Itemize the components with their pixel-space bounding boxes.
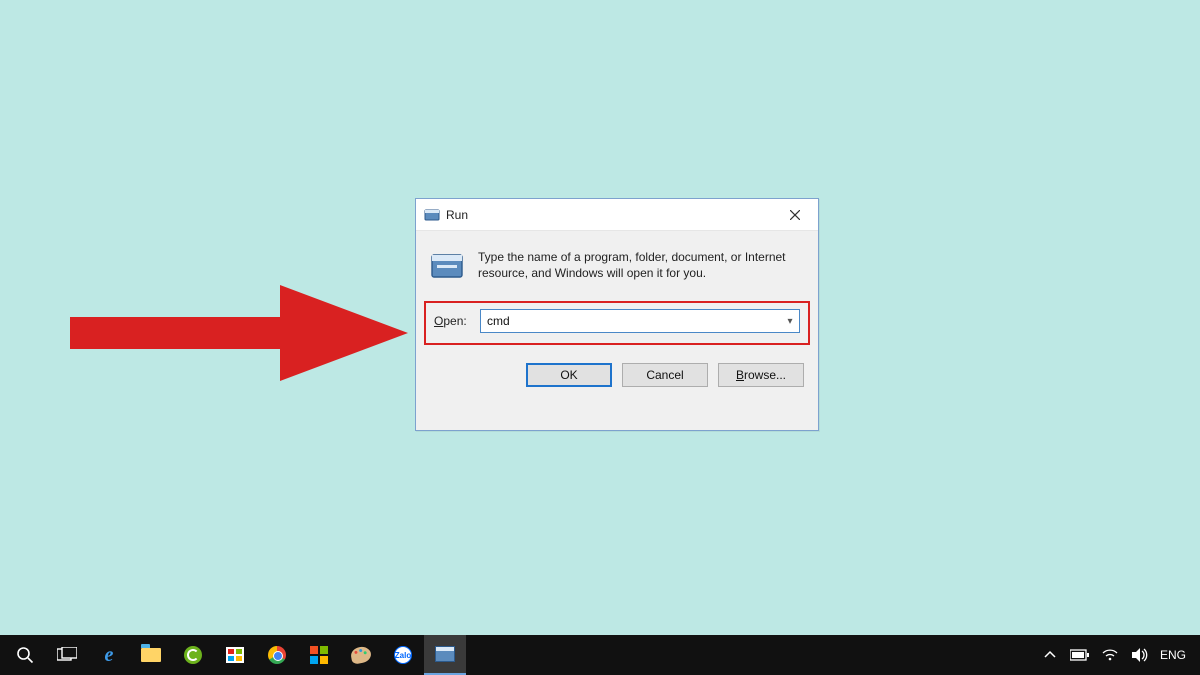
zalo-icon: Zalo: [392, 644, 414, 666]
coccoc-icon: [182, 644, 204, 666]
run-large-icon: [430, 249, 464, 283]
open-input[interactable]: [481, 314, 781, 328]
dialog-description: Type the name of a program, folder, docu…: [478, 249, 804, 283]
taskbar-edge[interactable]: e: [88, 635, 130, 675]
dialog-title: Run: [446, 208, 468, 222]
cancel-button[interactable]: Cancel: [622, 363, 708, 387]
close-icon: [790, 210, 800, 220]
search-button[interactable]: [4, 635, 46, 675]
browse-button[interactable]: Browse...: [718, 363, 804, 387]
store-icon: [224, 644, 246, 666]
taskbar-file-explorer[interactable]: [130, 635, 172, 675]
ok-button[interactable]: OK: [526, 363, 612, 387]
run-dialog: Run Type the name of a program, folder, …: [415, 198, 819, 431]
task-view-icon: [57, 647, 77, 663]
taskbar: e Zalo ENG: [0, 635, 1200, 675]
battery-icon[interactable]: [1070, 649, 1090, 661]
taskbar-run[interactable]: [424, 635, 466, 675]
dialog-buttons: OK Cancel Browse...: [416, 345, 818, 387]
annotation-arrow: [70, 273, 410, 393]
chevron-up-icon: [1044, 649, 1056, 661]
chrome-icon: [266, 644, 288, 666]
search-icon: [16, 646, 34, 664]
tray-overflow-button[interactable]: [1040, 649, 1060, 661]
taskbar-office[interactable]: [298, 635, 340, 675]
taskbar-chrome[interactable]: [256, 635, 298, 675]
taskbar-tray: ENG: [1040, 648, 1196, 662]
run-icon: [424, 207, 440, 223]
folder-icon: [140, 644, 162, 666]
taskbar-paint[interactable]: [340, 635, 382, 675]
edge-icon: e: [98, 644, 120, 666]
dialog-content: Type the name of a program, folder, docu…: [416, 231, 818, 283]
language-indicator[interactable]: ENG: [1160, 648, 1186, 662]
chevron-down-icon[interactable]: ▾: [781, 316, 799, 327]
close-button[interactable]: [772, 199, 818, 231]
task-view-button[interactable]: [46, 635, 88, 675]
wifi-icon[interactable]: [1100, 649, 1120, 661]
taskbar-zalo[interactable]: Zalo: [382, 635, 424, 675]
taskbar-coccoc[interactable]: [172, 635, 214, 675]
taskbar-store[interactable]: [214, 635, 256, 675]
open-label: Open:: [434, 314, 480, 328]
open-combobox[interactable]: ▾: [480, 309, 800, 333]
run-taskbar-icon: [434, 643, 456, 665]
open-row-highlight: Open: ▾: [424, 301, 810, 345]
paint-icon: [350, 644, 372, 666]
office-grid-icon: [308, 644, 330, 666]
titlebar[interactable]: Run: [416, 199, 818, 231]
volume-icon[interactable]: [1130, 648, 1150, 662]
